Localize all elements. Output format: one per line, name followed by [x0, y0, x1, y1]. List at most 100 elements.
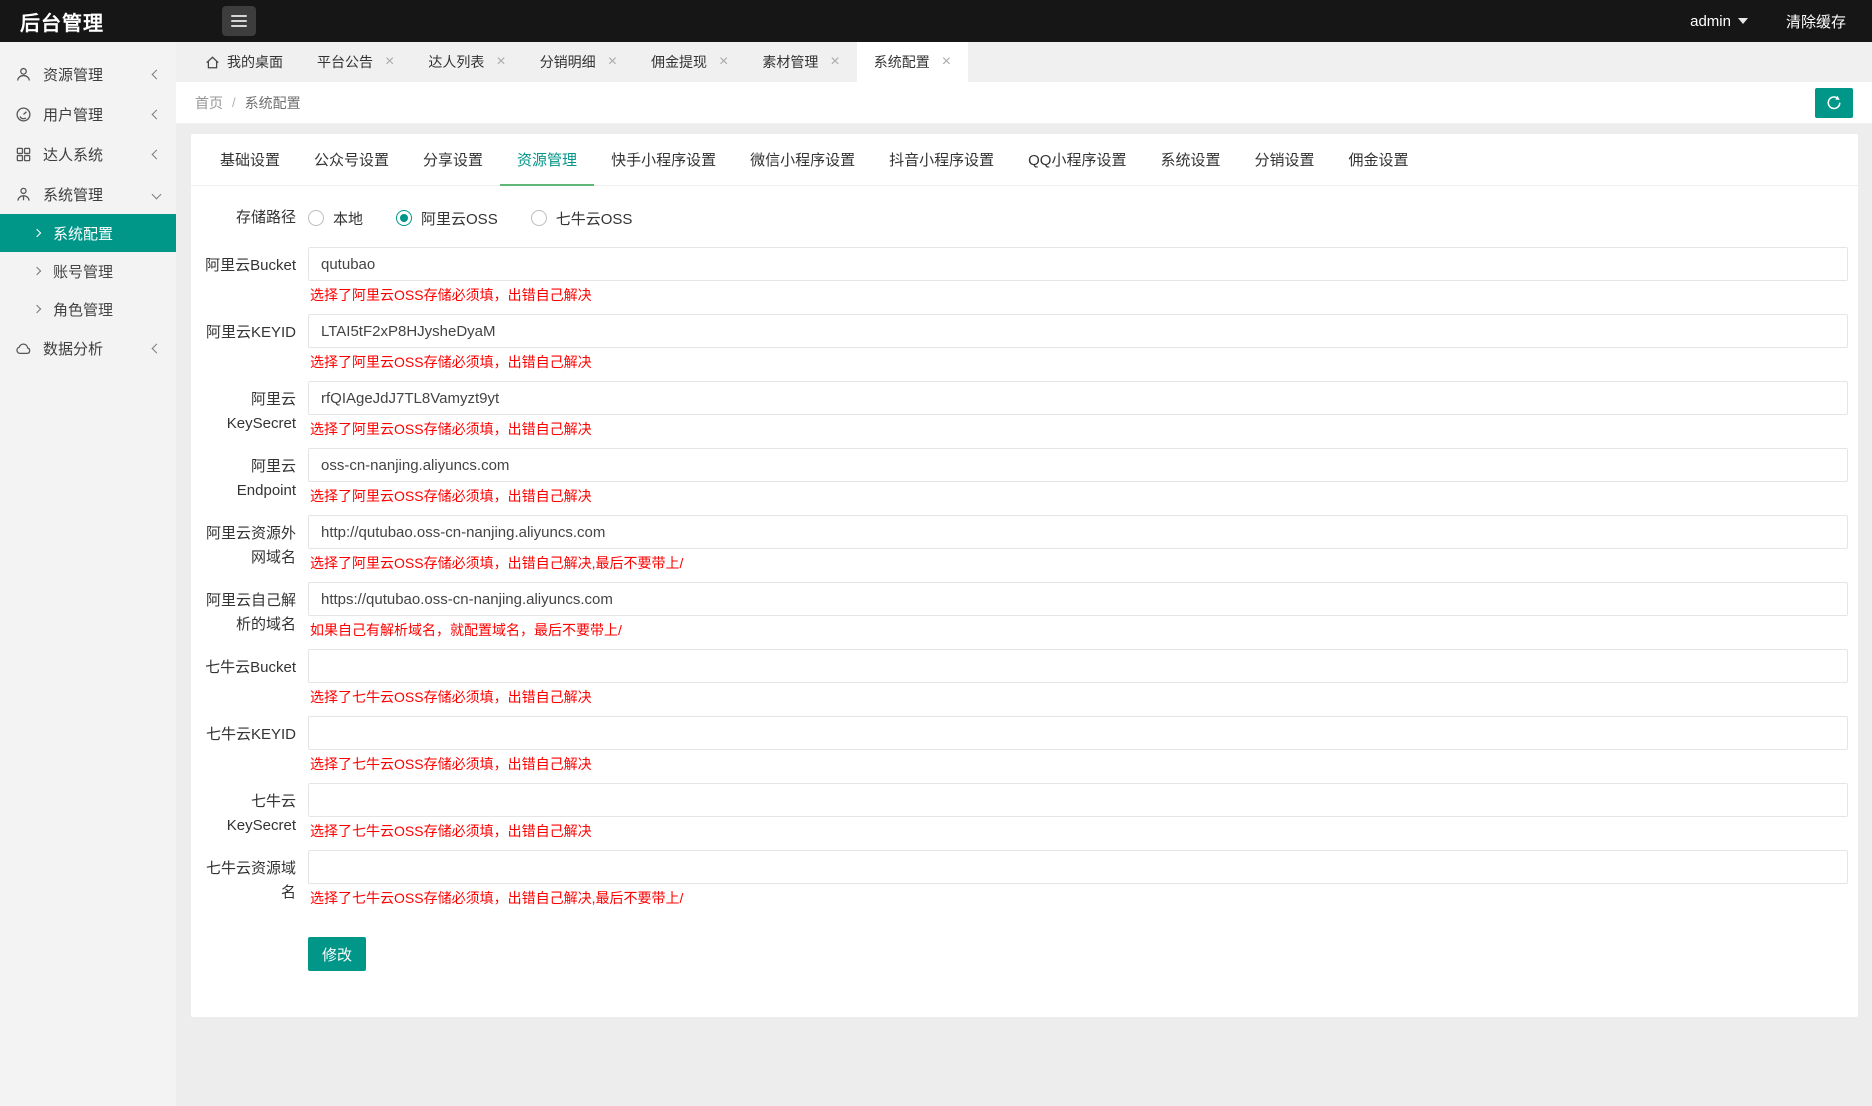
refresh-button[interactable] [1815, 87, 1853, 118]
radio-option-2[interactable]: 阿里云OSS [396, 208, 498, 229]
radio-label: 七牛云OSS [555, 210, 633, 228]
tab-6[interactable]: 系统配置 × [856, 42, 969, 82]
aliyun-bucket-row: 阿里云Bucket 选择了阿里云OSS存储必须填，出错自己解决 [196, 247, 1848, 304]
sidebar-item-3[interactable]: 达人系统 [0, 134, 176, 174]
sidebar-item-1[interactable]: 资源管理 [0, 54, 176, 94]
qiniu-domain-input[interactable] [308, 850, 1848, 884]
sidebar-subitem-label: 系统配置 [53, 225, 114, 243]
radio-circle-icon [308, 210, 324, 226]
topbar: 后台管理 admin 清除缓存 [0, 0, 1872, 42]
settings-card: 基础设置 公众号设置 分享设置 资源管理 快手小程序设置 微信小程序设置 抖音小程序设置 QQ… [191, 134, 1858, 1017]
tab-4[interactable]: 佣金提现 × [634, 42, 745, 82]
radio-option-3[interactable]: 七牛云OSS [530, 208, 633, 229]
circle-gauge-icon [15, 106, 32, 123]
close-icon[interactable]: × [830, 54, 839, 70]
sidebar-subitem-2[interactable]: 账号管理 [0, 252, 176, 290]
panel-tab-8[interactable]: QQ小程序设置 [1011, 134, 1143, 185]
sidebar-subitem-label: 角色管理 [53, 301, 114, 319]
sidebar-item-label: 系统管理 [43, 186, 104, 204]
grid-icon [15, 146, 32, 163]
aliyun-public-domain-row: 阿里云资源外网域名选择了阿里云OSS存储必须填，出错自己解决,最后不要带上/ [196, 515, 1848, 572]
aliyun-endpoint-label: 阿里云Endpoint [236, 458, 296, 499]
breadcrumb-bar: 首页 / 系统配置 [176, 82, 1872, 124]
close-icon[interactable]: × [719, 54, 728, 70]
aliyun-bucket-hint: 选择了阿里云OSS存储必须填，出错自己解决 [310, 287, 592, 303]
aliyun-bucket-input[interactable] [308, 247, 1848, 281]
aliyun-keyid-hint: 选择了阿里云OSS存储必须填，出错自己解决 [310, 354, 592, 370]
panel-tab-10[interactable]: 分销设置 [1237, 134, 1331, 185]
admin-menu[interactable]: admin [1690, 13, 1748, 30]
storage-path-options: 本地 阿里云OSS 七牛云OSS [308, 208, 665, 229]
tabbar: 我的桌面 平台公告 × 达人列表 × 分销明细 × 佣金提现 × 素材管理 × 系统配置 × [176, 42, 1872, 82]
qiniu-keysecret-input[interactable] [308, 783, 1848, 817]
refresh-icon [1825, 94, 1843, 112]
panel-tab-6[interactable]: 微信小程序设置 [733, 134, 872, 185]
chevron-left-icon [151, 343, 162, 353]
menu-toggle-button[interactable] [222, 6, 256, 36]
close-icon[interactable]: × [385, 54, 394, 70]
sidebar-item-5[interactable]: 数据分析 [0, 328, 176, 368]
aliyun-keysecret-input[interactable] [308, 381, 1848, 415]
close-icon[interactable]: × [496, 54, 505, 70]
sidebar-item-4[interactable]: 系统管理 [0, 174, 176, 214]
panel-tab-9[interactable]: 系统设置 [1143, 134, 1237, 185]
cloud-icon [15, 340, 32, 357]
user-icon [15, 66, 32, 83]
aliyun-keyid-row: 阿里云KEYID 选择了阿里云OSS存储必须填，出错自己解决 [196, 314, 1848, 371]
home-icon [205, 55, 220, 70]
tab-1[interactable]: 平台公告 × [300, 42, 411, 82]
breadcrumb-separator: / [232, 95, 236, 110]
chevron-down-icon [151, 189, 162, 199]
breadcrumb-home[interactable]: 首页 [195, 93, 223, 113]
chevron-left-icon [151, 149, 162, 159]
qiniu-keyid-input[interactable] [308, 716, 1848, 750]
sidebar-subitem-3[interactable]: 角色管理 [0, 290, 176, 328]
admin-username: admin [1690, 12, 1731, 30]
qiniu-keyid-label: 七牛云KEYID [205, 726, 296, 743]
submit-button[interactable]: 修改 [308, 937, 367, 971]
panel-tab-2[interactable]: 公众号设置 [297, 134, 406, 185]
tab-home[interactable]: 我的桌面 [188, 42, 300, 82]
sidebar-item-2[interactable]: 用户管理 [0, 94, 176, 134]
content-area: 基础设置 公众号设置 分享设置 资源管理 快手小程序设置 微信小程序设置 抖音小程序设置 QQ… [176, 124, 1872, 1106]
tab-5[interactable]: 素材管理 × [745, 42, 856, 82]
member-icon [15, 186, 32, 203]
radio-label: 本地 [333, 210, 364, 228]
aliyun-public-domain-label: 阿里云资源外网域名 [205, 525, 296, 566]
aliyun-custom-domain-input[interactable] [308, 582, 1848, 616]
breadcrumb-current: 系统配置 [244, 94, 301, 111]
panel-tab-11[interactable]: 佣金设置 [1331, 134, 1425, 185]
panel-tab-1[interactable]: 基础设置 [203, 134, 297, 185]
qiniu-bucket-input[interactable] [308, 649, 1848, 683]
sidebar-subitem-label: 账号管理 [53, 263, 114, 281]
chevron-right-icon [32, 228, 42, 238]
aliyun-custom-domain-hint: 如果自己有解析域名，就配置域名，最后不要带上/ [310, 622, 622, 638]
sidebar-item-label: 数据分析 [43, 340, 104, 358]
tab-3[interactable]: 分销明细 × [523, 42, 634, 82]
panel-tab-7[interactable]: 抖音小程序设置 [872, 134, 1011, 185]
tab-label: 平台公告 [317, 54, 373, 70]
qiniu-keysecret-row: 七牛云KeySecret 选择了七牛云OSS存储必须填，出错自己解决 [196, 783, 1848, 840]
aliyun-keysecret-row: 阿里云KeySecret 选择了阿里云OSS存储必须填，出错自己解决 [196, 381, 1848, 438]
panel-tab-3[interactable]: 分享设置 [406, 134, 500, 185]
qiniu-keysecret-hint: 选择了七牛云OSS存储必须填，出错自己解决 [310, 823, 592, 839]
storage-path-label: 存储路径 [235, 209, 296, 226]
chevron-right-icon [32, 266, 42, 276]
panel-tab-5[interactable]: 快手小程序设置 [594, 134, 733, 185]
tab-2[interactable]: 达人列表 × [411, 42, 522, 82]
sidebar-subitem-1[interactable]: 系统配置 [0, 214, 176, 252]
tab-label: 分销明细 [539, 54, 596, 70]
aliyun-endpoint-hint: 选择了阿里云OSS存储必须填，出错自己解决 [310, 488, 592, 504]
qiniu-domain-hint: 选择了七牛云OSS存储必须填，出错自己解决,最后不要带上/ [310, 890, 684, 906]
qiniu-keyid-row: 七牛云KEYID 选择了七牛云OSS存储必须填，出错自己解决 [196, 716, 1848, 773]
aliyun-public-domain-input[interactable] [308, 515, 1848, 549]
aliyun-keyid-input[interactable] [308, 314, 1848, 348]
close-icon[interactable]: × [942, 54, 951, 70]
radio-option-1[interactable]: 本地 [308, 208, 363, 229]
qiniu-bucket-label: 七牛云Bucket [205, 659, 296, 676]
close-icon[interactable]: × [608, 54, 617, 70]
qiniu-domain-row: 七牛云资源域名 选择了七牛云OSS存储必须填，出错自己解决,最后不要带上/ [196, 850, 1848, 907]
aliyun-endpoint-input[interactable] [308, 448, 1848, 482]
clear-cache-button[interactable]: 清除缓存 [1786, 11, 1846, 32]
panel-tab-4[interactable]: 资源管理 [500, 134, 595, 186]
